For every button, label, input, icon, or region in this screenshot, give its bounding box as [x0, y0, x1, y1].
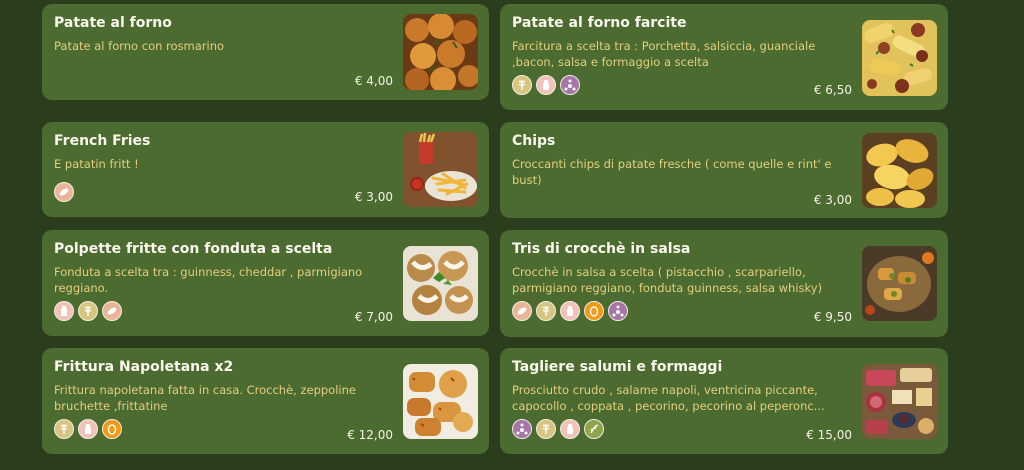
- menu-item-card[interactable]: Polpette fritte con fonduta a scelta Fon…: [42, 230, 489, 336]
- menu-item-card[interactable]: Frittura Napoletana x2 Frittura napoleta…: [42, 348, 489, 454]
- menu-item-photo: [403, 246, 478, 321]
- allergen-list: [54, 301, 122, 321]
- menu-item-card[interactable]: Tagliere salumi e formaggi Prosciutto cr…: [500, 348, 948, 454]
- menu-item-price: € 7,00: [354, 310, 393, 324]
- menu-item-photo: [403, 364, 478, 439]
- menu-item-title: Tagliere salumi e formaggi: [512, 359, 723, 375]
- menu-item-description: Farcitura a scelta tra : Porchetta, sals…: [512, 39, 816, 69]
- nuts-icon: [512, 301, 532, 321]
- molluscs-icon: [608, 301, 628, 321]
- menu-item-title: Chips: [512, 133, 556, 149]
- menu-item-card[interactable]: Patate al forno farcite Farcitura a scel…: [500, 4, 948, 110]
- menu-item-title: Patate al forno farcite: [512, 15, 687, 31]
- gluten-icon: [512, 75, 532, 95]
- menu-item-price: € 12,00: [347, 428, 393, 442]
- menu-item-description-line: Prosciutto crudo , salame napoli, ventri…: [512, 383, 818, 397]
- gluten-icon: [536, 301, 556, 321]
- menu-item-price: € 3,00: [813, 193, 852, 207]
- menu-item-title: Tris di crocchè in salsa: [512, 241, 691, 257]
- molluscs-icon: [512, 419, 532, 439]
- menu-item-description: Prosciutto crudo , salame napoli, ventri…: [512, 382, 847, 414]
- milk-icon: [536, 75, 556, 95]
- menu-item-description: Croccanti chips di patate fresche ( come…: [512, 157, 832, 187]
- milk-icon: [78, 419, 98, 439]
- menu-item-photo: [862, 246, 937, 321]
- menu-item-card[interactable]: French Fries E patatin fritt ! € 3,00: [42, 122, 489, 217]
- menu-item-price: € 9,50: [813, 310, 852, 324]
- nuts-icon: [102, 301, 122, 321]
- milk-icon: [54, 301, 74, 321]
- menu-item-photo: [403, 14, 478, 90]
- menu-item-price: € 15,00: [806, 428, 852, 442]
- menu-item-card[interactable]: Chips Croccanti chips di patate fresche …: [500, 122, 948, 218]
- menu-item-description-line: capocollo , coppata , pecorino, pecorino…: [512, 399, 825, 413]
- menu-item-title: Polpette fritte con fonduta a scelta: [54, 241, 333, 257]
- allergen-list: [54, 182, 74, 202]
- milk-icon: [560, 301, 580, 321]
- allergen-list: [512, 301, 628, 321]
- menu-item-description: Patate al forno con rosmarino: [54, 39, 225, 53]
- menu-item-price: € 3,00: [354, 190, 393, 204]
- celery-icon: [584, 419, 604, 439]
- allergen-list: [54, 419, 122, 439]
- menu-item-price: € 6,50: [813, 83, 852, 97]
- allergen-list: [512, 419, 604, 439]
- menu-item-card[interactable]: Tris di crocchè in salsa Crocchè in sals…: [500, 230, 948, 337]
- gluten-icon: [536, 419, 556, 439]
- nuts-icon: [54, 182, 74, 202]
- gluten-icon: [54, 419, 74, 439]
- allergen-list: [512, 75, 580, 95]
- gluten-icon: [78, 301, 98, 321]
- menu-item-photo: [862, 133, 937, 208]
- menu-item-description: Frittura napoletana fatta in casa. Crocc…: [54, 383, 356, 413]
- menu-item-photo: [862, 20, 937, 96]
- menu-item-card[interactable]: Patate al forno Patate al forno con rosm…: [42, 4, 489, 100]
- molluscs-icon: [560, 75, 580, 95]
- menu-item-description: Fonduta a scelta tra : guinness, cheddar…: [54, 265, 363, 295]
- menu-item-description: E patatin fritt !: [54, 157, 139, 171]
- menu-item-title: Patate al forno: [54, 15, 172, 31]
- menu-item-title: Frittura Napoletana x2: [54, 359, 234, 375]
- menu-item-title: French Fries: [54, 133, 151, 149]
- menu-item-photo: [862, 364, 937, 439]
- milk-icon: [560, 419, 580, 439]
- menu-item-description: Crocchè in salsa a scelta ( pistacchio ,…: [512, 265, 823, 295]
- menu-item-price: € 4,00: [354, 74, 393, 88]
- egg-icon: [584, 301, 604, 321]
- egg-icon: [102, 419, 122, 439]
- menu-item-photo: [403, 132, 478, 207]
